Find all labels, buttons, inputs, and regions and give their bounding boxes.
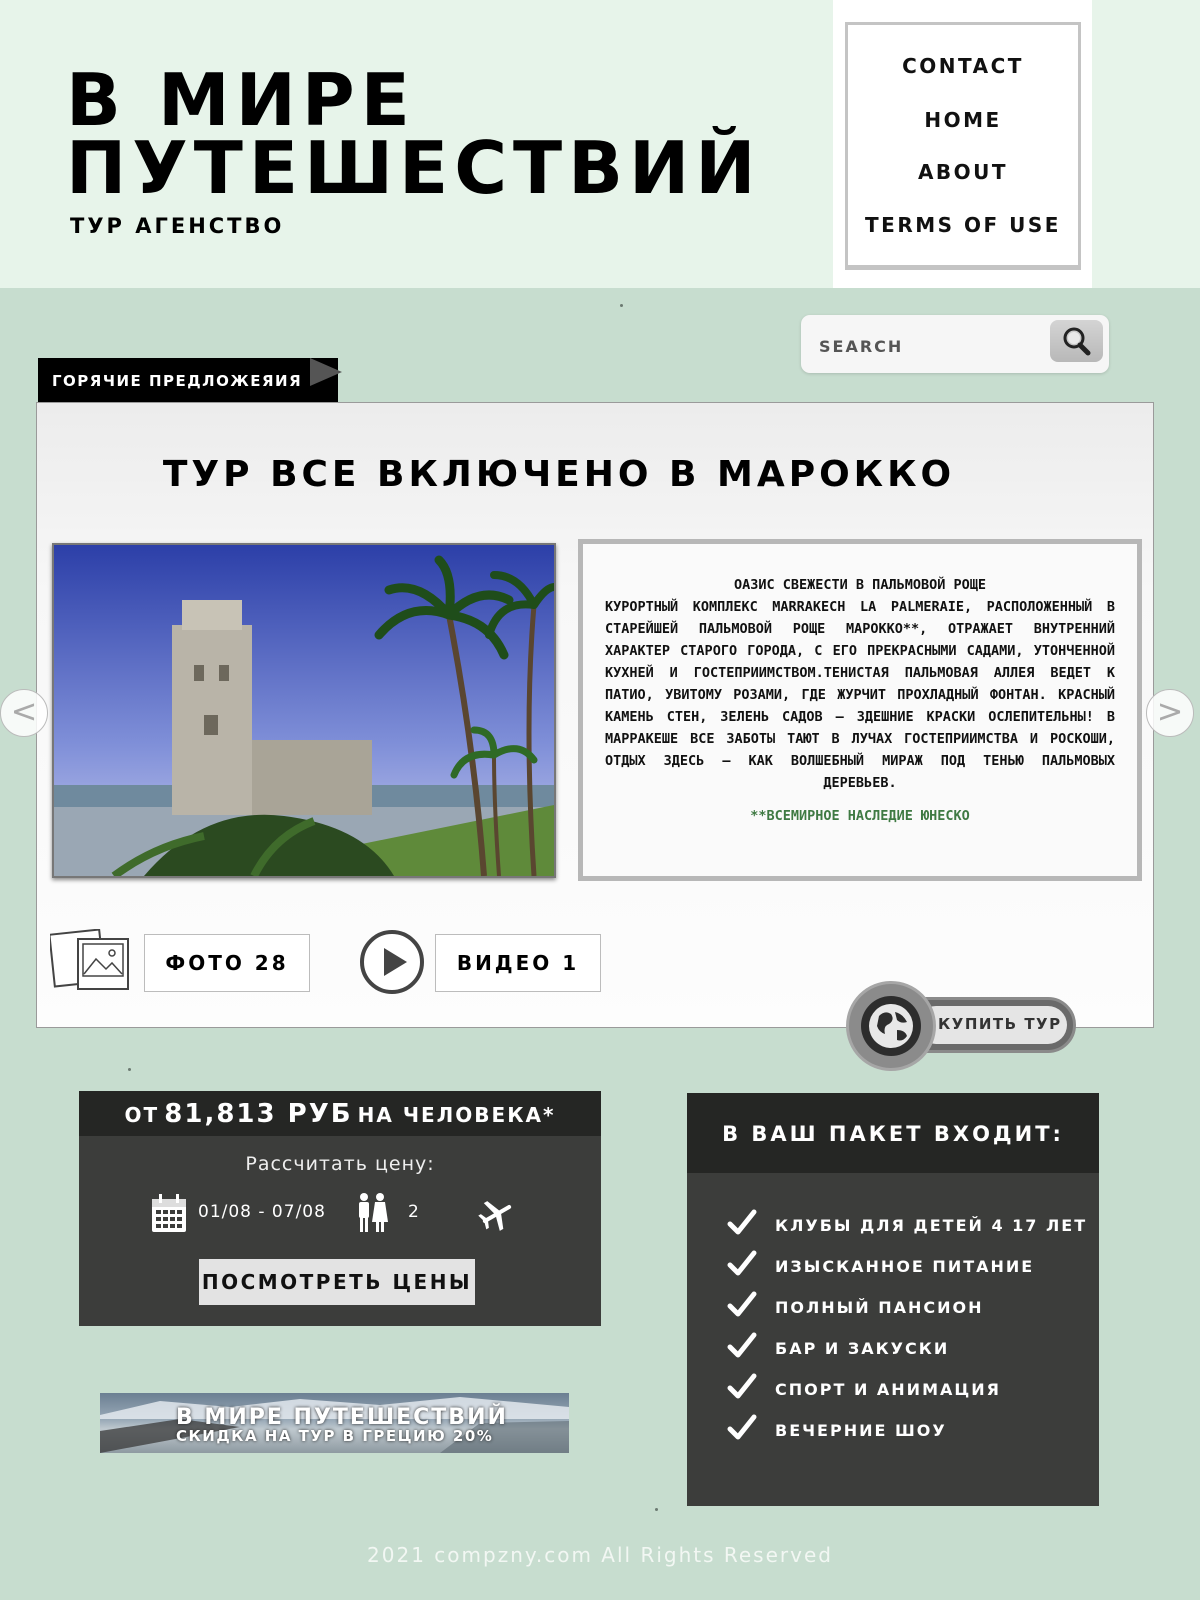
globe-icon [869,1004,913,1048]
check-icon [727,1373,757,1399]
buy-tour-label: КУПИТЬ ТУР [938,1015,1062,1033]
search-box [801,315,1109,373]
play-icon[interactable] [359,929,425,995]
photos-icon [50,929,129,990]
package-item-label: КЛУБЫ ДЛЯ ДЕТЕЙ 4 17 ЛЕТ [775,1216,1088,1235]
video-button[interactable]: ВИДЕО 1 [435,934,601,992]
calc-price-label: Рассчитать цену: [245,1153,435,1175]
hot-offers-tag: ГОРЯЧИЕ ПРЕДЛОЖЕЯИЯ [38,358,338,406]
package-item-label: БАР И ЗАКУСКИ [775,1339,950,1358]
paper-speck [620,304,623,307]
package-title: В ВАШ ПАКЕТ ВХОДИТ: [687,1093,1099,1173]
package-item-label: СПОРТ И АНИМАЦИЯ [775,1380,1001,1399]
price-suffix: НА ЧЕЛОВЕКА* [357,1103,556,1127]
tower-palms-image [54,545,554,876]
description-body: КУРОРТНЫЙ КОМПЛЕКС MARRAKECH LA PALMERAI… [605,599,1115,791]
package-panel: В ВАШ ПАКЕТ ВХОДИТ: КЛУБЫ ДЛЯ ДЕТЕЙ 4 17… [687,1093,1099,1506]
globe-badge [846,981,936,1071]
footer-copyright: 2021 compzny.com All Rights Reserved [367,1543,833,1567]
check-icon [727,1209,757,1235]
price-header: ОТ 81,813 РУБ НА ЧЕЛОВЕКА* [79,1091,601,1136]
description-title: ОАЗИС СВЕЖЕСТИ В ПАЛЬМОВОЙ РОЩЕ [734,577,986,593]
hot-offers-label: ГОРЯЧИЕ ПРЕДЛОЖЕЯИЯ [52,372,303,390]
paper-speck [128,1068,131,1071]
next-arrow-button[interactable]: > [1146,689,1194,737]
banner-subtitle: СКИДКА НА ТУР В ГРЕЦИЮ 20% [176,1427,494,1445]
price-amount: 81,813 РУБ [164,1099,353,1129]
paper-speck [655,1508,658,1511]
main-nav: CONTACT HOME ABOUT TERMS OF USE [845,22,1081,270]
globe-badge-inner [861,996,921,1056]
search-button[interactable] [1050,320,1103,362]
package-item-label: ПОЛНЫЙ ПАНСИОН [775,1298,984,1317]
tour-description-box: ОАЗИС СВЕЖЕСТИ В ПАЛЬМОВОЙ РОЩЕ КУРОРТНЫ… [578,539,1142,881]
search-input[interactable] [817,332,1031,360]
nav-item-about[interactable]: ABOUT [848,160,1078,184]
price-panel: ОТ 81,813 РУБ НА ЧЕЛОВЕКА* Рассчитать це… [79,1091,601,1326]
photo-button[interactable]: ФОТО 28 [144,934,310,992]
buy-tour-button[interactable]: КУПИТЬ ТУР [846,981,1080,1071]
check-icon [727,1250,757,1276]
prev-arrow-button[interactable]: < [0,689,48,737]
dates-value[interactable]: 01/08 - 07/08 [198,1202,326,1222]
package-item-label: ИЗЫСКАННОЕ ПИТАНИЕ [775,1257,1035,1276]
price-prefix: ОТ [124,1103,160,1127]
unesco-note: **ВСЕМИРНОЕ НАСЛЕДИЕ ЮНЕСКО [750,808,970,824]
tag-fold-icon [310,358,342,386]
people-icon[interactable] [354,1192,390,1234]
nav-item-terms[interactable]: TERMS OF USE [848,213,1078,237]
people-count[interactable]: 2 [408,1202,420,1222]
site-tagline: ТУР АГЕНСТВО [70,214,285,238]
package-item-label: ВЕЧЕРНИЕ ШОУ [775,1421,947,1440]
airplane-icon[interactable] [477,1196,517,1232]
promo-banner[interactable]: В МИРЕ ПУТЕШЕСТВИЙ СКИДКА НА ТУР В ГРЕЦИ… [100,1393,569,1453]
check-icon [727,1332,757,1358]
check-icon [727,1291,757,1317]
tour-title: ТУР ВСЕ ВКЛЮЧЕНО В МАРОККО [162,454,956,495]
magnifier-icon [1063,327,1091,356]
calendar-icon[interactable] [151,1193,187,1233]
nav-item-contact[interactable]: CONTACT [848,54,1078,78]
check-icon [727,1414,757,1440]
view-prices-button[interactable]: ПОСМОТРЕТЬ ЦЕНЫ [199,1259,475,1305]
tour-photo[interactable] [52,543,556,878]
nav-item-home[interactable]: HOME [848,108,1078,132]
site-title-line2: ПУТЕШЕСТВИЙ [66,126,762,210]
